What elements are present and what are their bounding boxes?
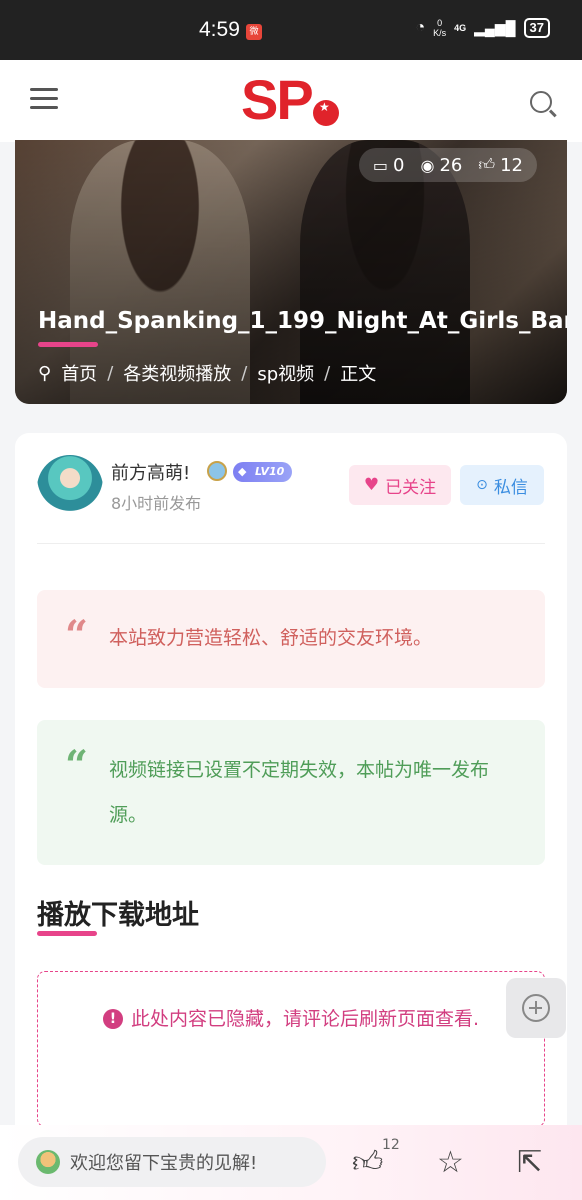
site-logo[interactable]: SP xyxy=(241,70,314,130)
comment-stat: ▭ 0 xyxy=(373,155,405,176)
private-message-button[interactable]: ⊙ 私信 xyxy=(460,465,544,505)
breadcrumb-separator: / xyxy=(324,362,331,384)
breadcrumb: ⚲ 首页 / 各类视频播放 / sp视频 / 正文 xyxy=(38,360,376,386)
section-title: 播放下载地址 xyxy=(37,900,199,931)
user-avatar-small xyxy=(36,1150,60,1174)
breadcrumb-subcategory[interactable]: sp视频 xyxy=(257,360,314,386)
like-stat: 👍︎ 12 xyxy=(478,155,523,176)
site-header: SP xyxy=(0,60,582,142)
breadcrumb-separator: / xyxy=(241,362,248,384)
network-speed-value: 0 xyxy=(437,18,443,28)
share-icon[interactable]: ⇱ xyxy=(517,1145,542,1180)
signal-icon: ▂▄▆█ xyxy=(474,19,516,36)
notice-green-text: 视频链接已设置不定期失效，本帖为唯一发布源。 xyxy=(109,759,490,826)
follow-label: 已关注 xyxy=(385,477,437,498)
status-time: 4:59 xyxy=(199,18,240,41)
post-time: 8小时前发布 xyxy=(111,494,202,513)
comment-input[interactable]: 欢迎您留下宝贵的见解! xyxy=(18,1137,326,1187)
like-count-badge: 12 xyxy=(382,1137,400,1153)
heart-icon: ♥ xyxy=(363,475,380,495)
message-label: 私信 xyxy=(493,477,528,498)
breadcrumb-category[interactable]: 各类视频播放 xyxy=(123,360,231,386)
hidden-notice-text: 此处内容已隐藏，请评论后刷新页面查看. xyxy=(130,1008,480,1030)
floating-add-button[interactable] xyxy=(506,978,566,1038)
divider xyxy=(37,543,545,544)
add-circle-icon xyxy=(522,994,550,1022)
like-button[interactable]: 👍︎ xyxy=(352,1145,383,1181)
location-pin-icon: ⚲ xyxy=(38,362,52,384)
follow-button[interactable]: ♥ 已关注 xyxy=(349,465,451,505)
notification-app-icon: 微 xyxy=(246,24,262,40)
post-content-card: 前方高萌! LV10 8小时前发布 ♥ 已关注 ⊙ 私信 “ 本站致力营造轻松、… xyxy=(15,433,567,1200)
warning-icon: ! xyxy=(102,1009,123,1029)
status-bar: 4:59 微 ◔ 0 K/s 4G ▂▄▆█ 37 xyxy=(0,0,582,60)
network-speed: 0 K/s xyxy=(433,18,446,38)
breadcrumb-separator: / xyxy=(107,362,114,384)
alarm-icon: ◔ xyxy=(415,19,426,36)
network-type: 4G xyxy=(454,23,467,33)
quote-icon: “ xyxy=(65,612,89,659)
title-underline xyxy=(38,342,98,347)
level-badge: LV10 xyxy=(233,462,293,482)
post-hero: ▭ 0 ◉ 26 👍︎ 12 Hand_Spanking_1_199_Night_At… xyxy=(15,140,567,404)
author-name[interactable]: 前方高萌! xyxy=(111,459,190,485)
notice-quote-green: “ 视频链接已设置不定期失效，本帖为唯一发布源。 xyxy=(37,720,545,865)
view-stat: ◉ 26 xyxy=(420,155,462,176)
bottom-action-bar: 欢迎您留下宝贵的见解! 👍︎ 12 ☆ ⇱ xyxy=(0,1125,582,1200)
comment-icon: ▭ xyxy=(372,155,389,175)
battery-indicator: 37 xyxy=(523,18,550,38)
menu-icon[interactable] xyxy=(30,88,58,112)
breadcrumb-current: 正文 xyxy=(340,364,377,385)
comment-count: 0 xyxy=(393,154,405,176)
comment-placeholder: 欢迎您留下宝贵的见解! xyxy=(70,1153,258,1174)
logo-star-dot xyxy=(313,100,339,126)
breadcrumb-home[interactable]: 首页 xyxy=(61,360,97,386)
notice-quote-red: “ 本站致力营造轻松、舒适的交友环境。 xyxy=(37,590,545,688)
post-stats: ▭ 0 ◉ 26 👍︎ 12 xyxy=(358,148,537,182)
status-right: ◔ 0 K/s 4G ▂▄▆█ 37 xyxy=(415,18,550,38)
post-title: Hand_Spanking_1_199_Night_At_Girls_Bar xyxy=(38,308,567,334)
network-speed-unit: K/s xyxy=(433,28,447,38)
view-count: 26 xyxy=(439,154,463,176)
hidden-content-box: ! 此处内容已隐藏，请评论后刷新页面查看. xyxy=(37,971,545,1127)
section-underline xyxy=(37,931,97,936)
like-count: 12 xyxy=(500,154,523,176)
notice-red-text: 本站致力营造轻松、舒适的交友环境。 xyxy=(109,627,433,649)
eye-icon: ◉ xyxy=(420,155,435,175)
star-icon[interactable]: ☆ xyxy=(437,1145,464,1180)
thumbs-up-icon: 👍︎ xyxy=(478,155,496,174)
search-icon[interactable] xyxy=(530,91,552,113)
medal-badge-icon xyxy=(207,461,227,481)
chat-icon: ⊙ xyxy=(476,477,488,493)
author-avatar[interactable] xyxy=(37,455,103,521)
quote-icon: “ xyxy=(65,742,89,789)
